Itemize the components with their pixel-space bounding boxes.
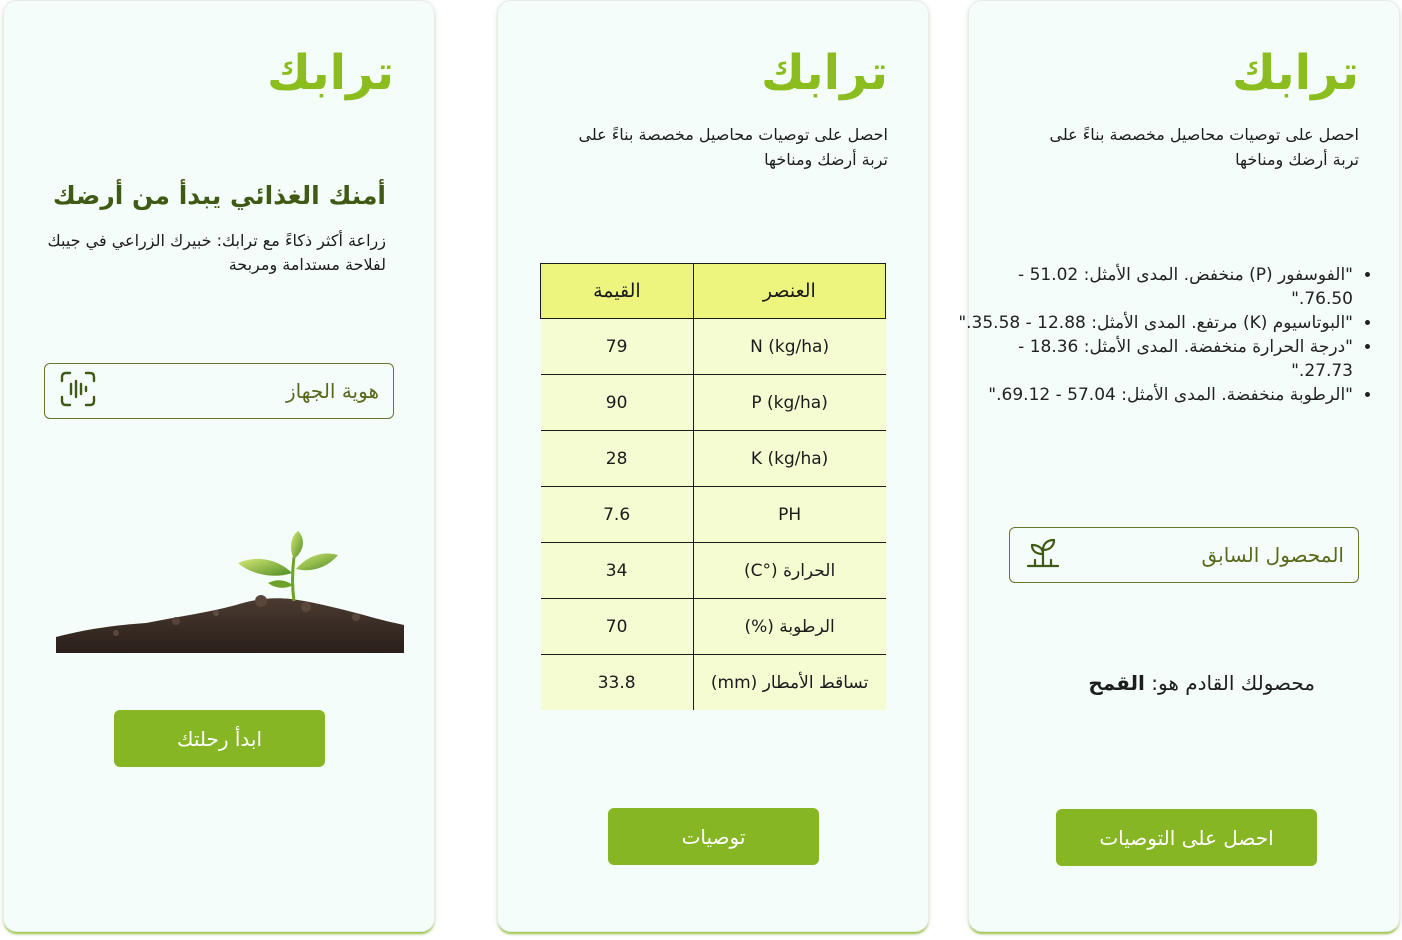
device-id-field[interactable]: هوية الجهاز [44,363,394,419]
recommendations-button[interactable]: توصيات [608,808,819,865]
list-item: "الرطوبة منخفضة. المدى الأمثل: 57.04 - 6… [957,383,1353,407]
element-cell: تساقط الأمطار (mm) [692,654,886,710]
screen-subtitle: احصل على توصيات محاصيل مخصصة بناءً على ت… [1049,125,1359,169]
scan-icon [59,370,97,413]
previous-crop-label: المحصول السابق [1201,543,1344,567]
value-cell: 7.6 [540,486,694,543]
welcome-tagline: زراعة أكثر ذكاءً مع ترابك: خبيرك الزراعي… [47,231,387,274]
soil-issues-list: "الفوسفور (P) منخفض. المدى الأمثل: 51.02… [957,263,1375,407]
value-cell: 28 [540,430,694,487]
welcome-headline: أمنك الغذائي يبدأ من أرضك [52,181,386,210]
next-crop-result: محصولك القادم هو: القمح [1088,671,1315,695]
element-cell: K (kg/ha) [692,430,886,487]
element-cell: الرطوبة (%) [692,598,886,655]
list-item: "البوتاسيوم (K) مرتفع. المدى الأمثل: 12.… [957,311,1353,335]
table-row: تساقط الأمطار (mm) 33.8 [540,654,886,710]
welcome-screen: ترابك أمنك الغذائي يبدأ من أرضك زراعة أك… [3,0,435,932]
table-row: K (kg/ha) 28 [540,430,886,487]
app-logo: ترابك [1231,45,1360,101]
element-cell: P (kg/ha) [692,374,886,431]
table-row: الحرارة (°C) 34 [540,542,886,599]
soil-values-table: العنصر القيمة N (kg/ha) 79 P (kg/ha) 90 … [540,263,887,710]
app-logo: ترابك [760,45,889,101]
element-cell: الحرارة (°C) [692,542,886,599]
element-cell: N (kg/ha) [692,318,886,375]
start-journey-button[interactable]: ابدأ رحلتك [114,710,325,767]
element-cell: PH [692,486,886,543]
value-cell: 79 [540,318,694,375]
column-header-value: القيمة [540,263,694,319]
device-id-label: هوية الجهاز [285,379,379,403]
value-cell: 70 [540,598,694,655]
recommendations-screen: ترابك احصل على توصيات محاصيل مخصصة بناءً… [958,0,1400,932]
result-prefix: محصولك القادم هو: [1151,671,1315,695]
table-row: الرطوبة (%) 70 [540,598,886,655]
list-item: "الفوسفور (P) منخفض. المدى الأمثل: 51.02… [957,263,1353,311]
sprout-icon [1024,536,1062,575]
screen-subtitle: احصل على توصيات محاصيل مخصصة بناءً على ت… [578,125,888,169]
soil-data-screen: ترابك احصل على توصيات محاصيل مخصصة بناءً… [497,0,929,932]
result-crop: القمح [1088,671,1145,695]
soil-sprout-image [56,531,404,653]
table-row: N (kg/ha) 79 [540,318,886,375]
table-row: P (kg/ha) 90 [540,374,886,431]
value-cell: 33.8 [540,654,694,710]
table-row: PH 7.6 [540,486,886,543]
get-recommendations-button[interactable]: احصل على التوصيات [1056,809,1317,866]
previous-crop-field[interactable]: المحصول السابق [1009,527,1359,583]
list-item: "درجة الحرارة منخفضة. المدى الأمثل: 18.3… [957,335,1353,383]
column-header-element: العنصر [692,263,887,319]
app-logo: ترابك [266,45,395,101]
value-cell: 34 [540,542,694,599]
value-cell: 90 [540,374,694,431]
